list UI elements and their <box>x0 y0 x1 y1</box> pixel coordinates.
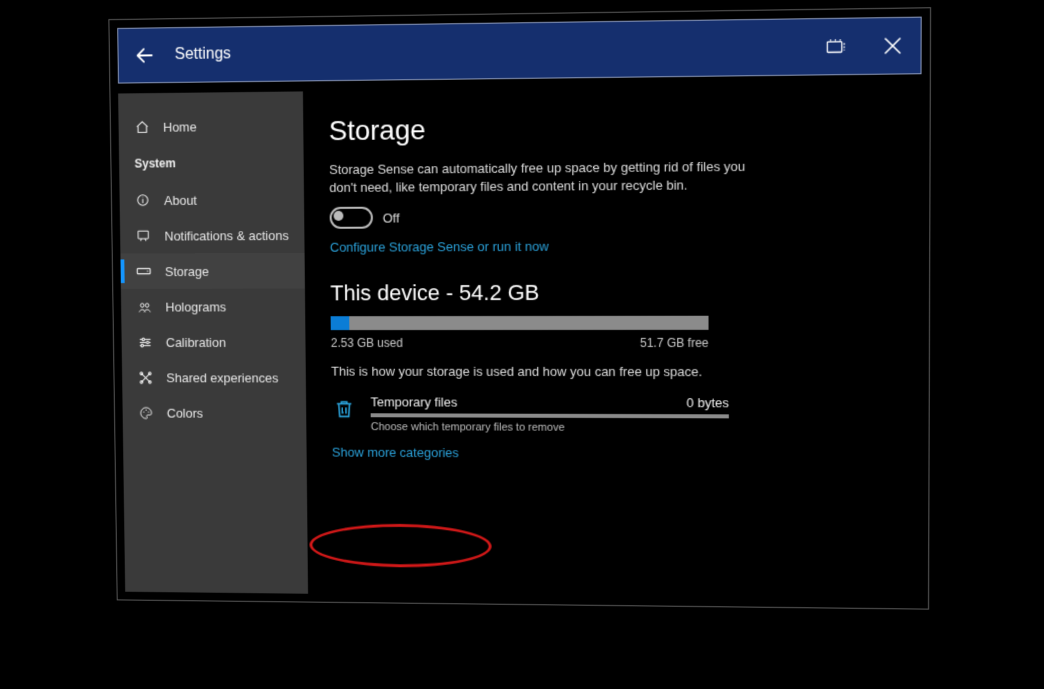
settings-window: Settings <box>108 7 931 609</box>
storage-usage-meta: 2.53 GB used 51.7 GB free <box>331 336 709 350</box>
sidebar-item-calibration[interactable]: Calibration <box>121 324 305 360</box>
back-button[interactable] <box>118 28 171 82</box>
sidebar-item-label: Calibration <box>166 335 226 350</box>
sidebar-item-notifications[interactable]: Notifications & actions <box>120 217 305 254</box>
sidebar-item-label: Holograms <box>165 299 226 314</box>
category-subtext: Choose which temporary files to remove <box>371 422 729 435</box>
home-icon <box>134 119 150 134</box>
window-body: Home System About <box>118 85 921 601</box>
sidebar-item-storage[interactable]: Storage <box>120 253 305 289</box>
show-more-categories-link[interactable]: Show more categories <box>332 445 459 460</box>
category-size: 0 bytes <box>687 396 729 411</box>
storage-howused-text: This is how your storage is used and how… <box>331 364 894 380</box>
device-heading: This device - 54.2 GB <box>330 279 894 306</box>
titlebar: Settings <box>117 17 922 84</box>
storage-sense-toggle-label: Off <box>383 210 400 225</box>
toggle-knob-icon <box>334 211 344 221</box>
sidebar-home-label: Home <box>163 119 197 134</box>
info-icon <box>135 193 151 207</box>
storage-usage-bar <box>331 316 709 330</box>
storage-sense-description: Storage Sense can automatically free up … <box>329 158 759 198</box>
sidebar-item-label: Shared experiences <box>166 370 278 385</box>
close-icon <box>883 36 902 55</box>
storage-sense-toggle-row: Off <box>330 204 895 229</box>
sidebar-item-colors[interactable]: Colors <box>122 395 306 431</box>
category-temporary-files[interactable]: Temporary files 0 bytes Choose which tem… <box>331 395 729 435</box>
category-usage-bar <box>371 414 729 419</box>
main-panel: Storage Storage Sense can automatically … <box>303 85 922 601</box>
notifications-icon <box>135 229 151 243</box>
trash-icon <box>331 397 357 423</box>
shared-experiences-icon <box>137 370 153 385</box>
follow-me-button[interactable] <box>809 18 865 74</box>
storage-icon <box>136 265 152 277</box>
sidebar-item-label: About <box>164 192 197 207</box>
close-button[interactable] <box>865 18 921 74</box>
storage-free-label: 51.7 GB free <box>640 336 709 350</box>
sidebar-item-holograms[interactable]: Holograms <box>121 289 305 325</box>
calibration-icon <box>137 335 153 350</box>
back-arrow-icon <box>134 44 156 66</box>
storage-usage-fill <box>331 317 350 331</box>
colors-icon <box>138 405 154 420</box>
follow-me-icon <box>826 38 849 55</box>
sidebar-item-about[interactable]: About <box>119 181 304 218</box>
window-title: Settings <box>175 45 231 64</box>
sidebar-item-label: Storage <box>165 264 209 279</box>
storage-sense-toggle[interactable] <box>330 207 373 229</box>
configure-storage-sense-link[interactable]: Configure Storage Sense or run it now <box>330 239 549 255</box>
sidebar-item-shared-experiences[interactable]: Shared experiences <box>122 360 306 396</box>
sidebar-home[interactable]: Home <box>118 107 303 145</box>
storage-used-label: 2.53 GB used <box>331 336 403 350</box>
category-name: Temporary files <box>371 395 458 410</box>
sidebar-section-heading: System <box>119 147 304 178</box>
sidebar-item-label: Notifications & actions <box>164 228 288 243</box>
page-title: Storage <box>329 109 895 147</box>
sidebar-item-label: Colors <box>167 405 203 420</box>
sidebar: Home System About <box>118 91 308 593</box>
holograms-icon <box>136 299 152 314</box>
